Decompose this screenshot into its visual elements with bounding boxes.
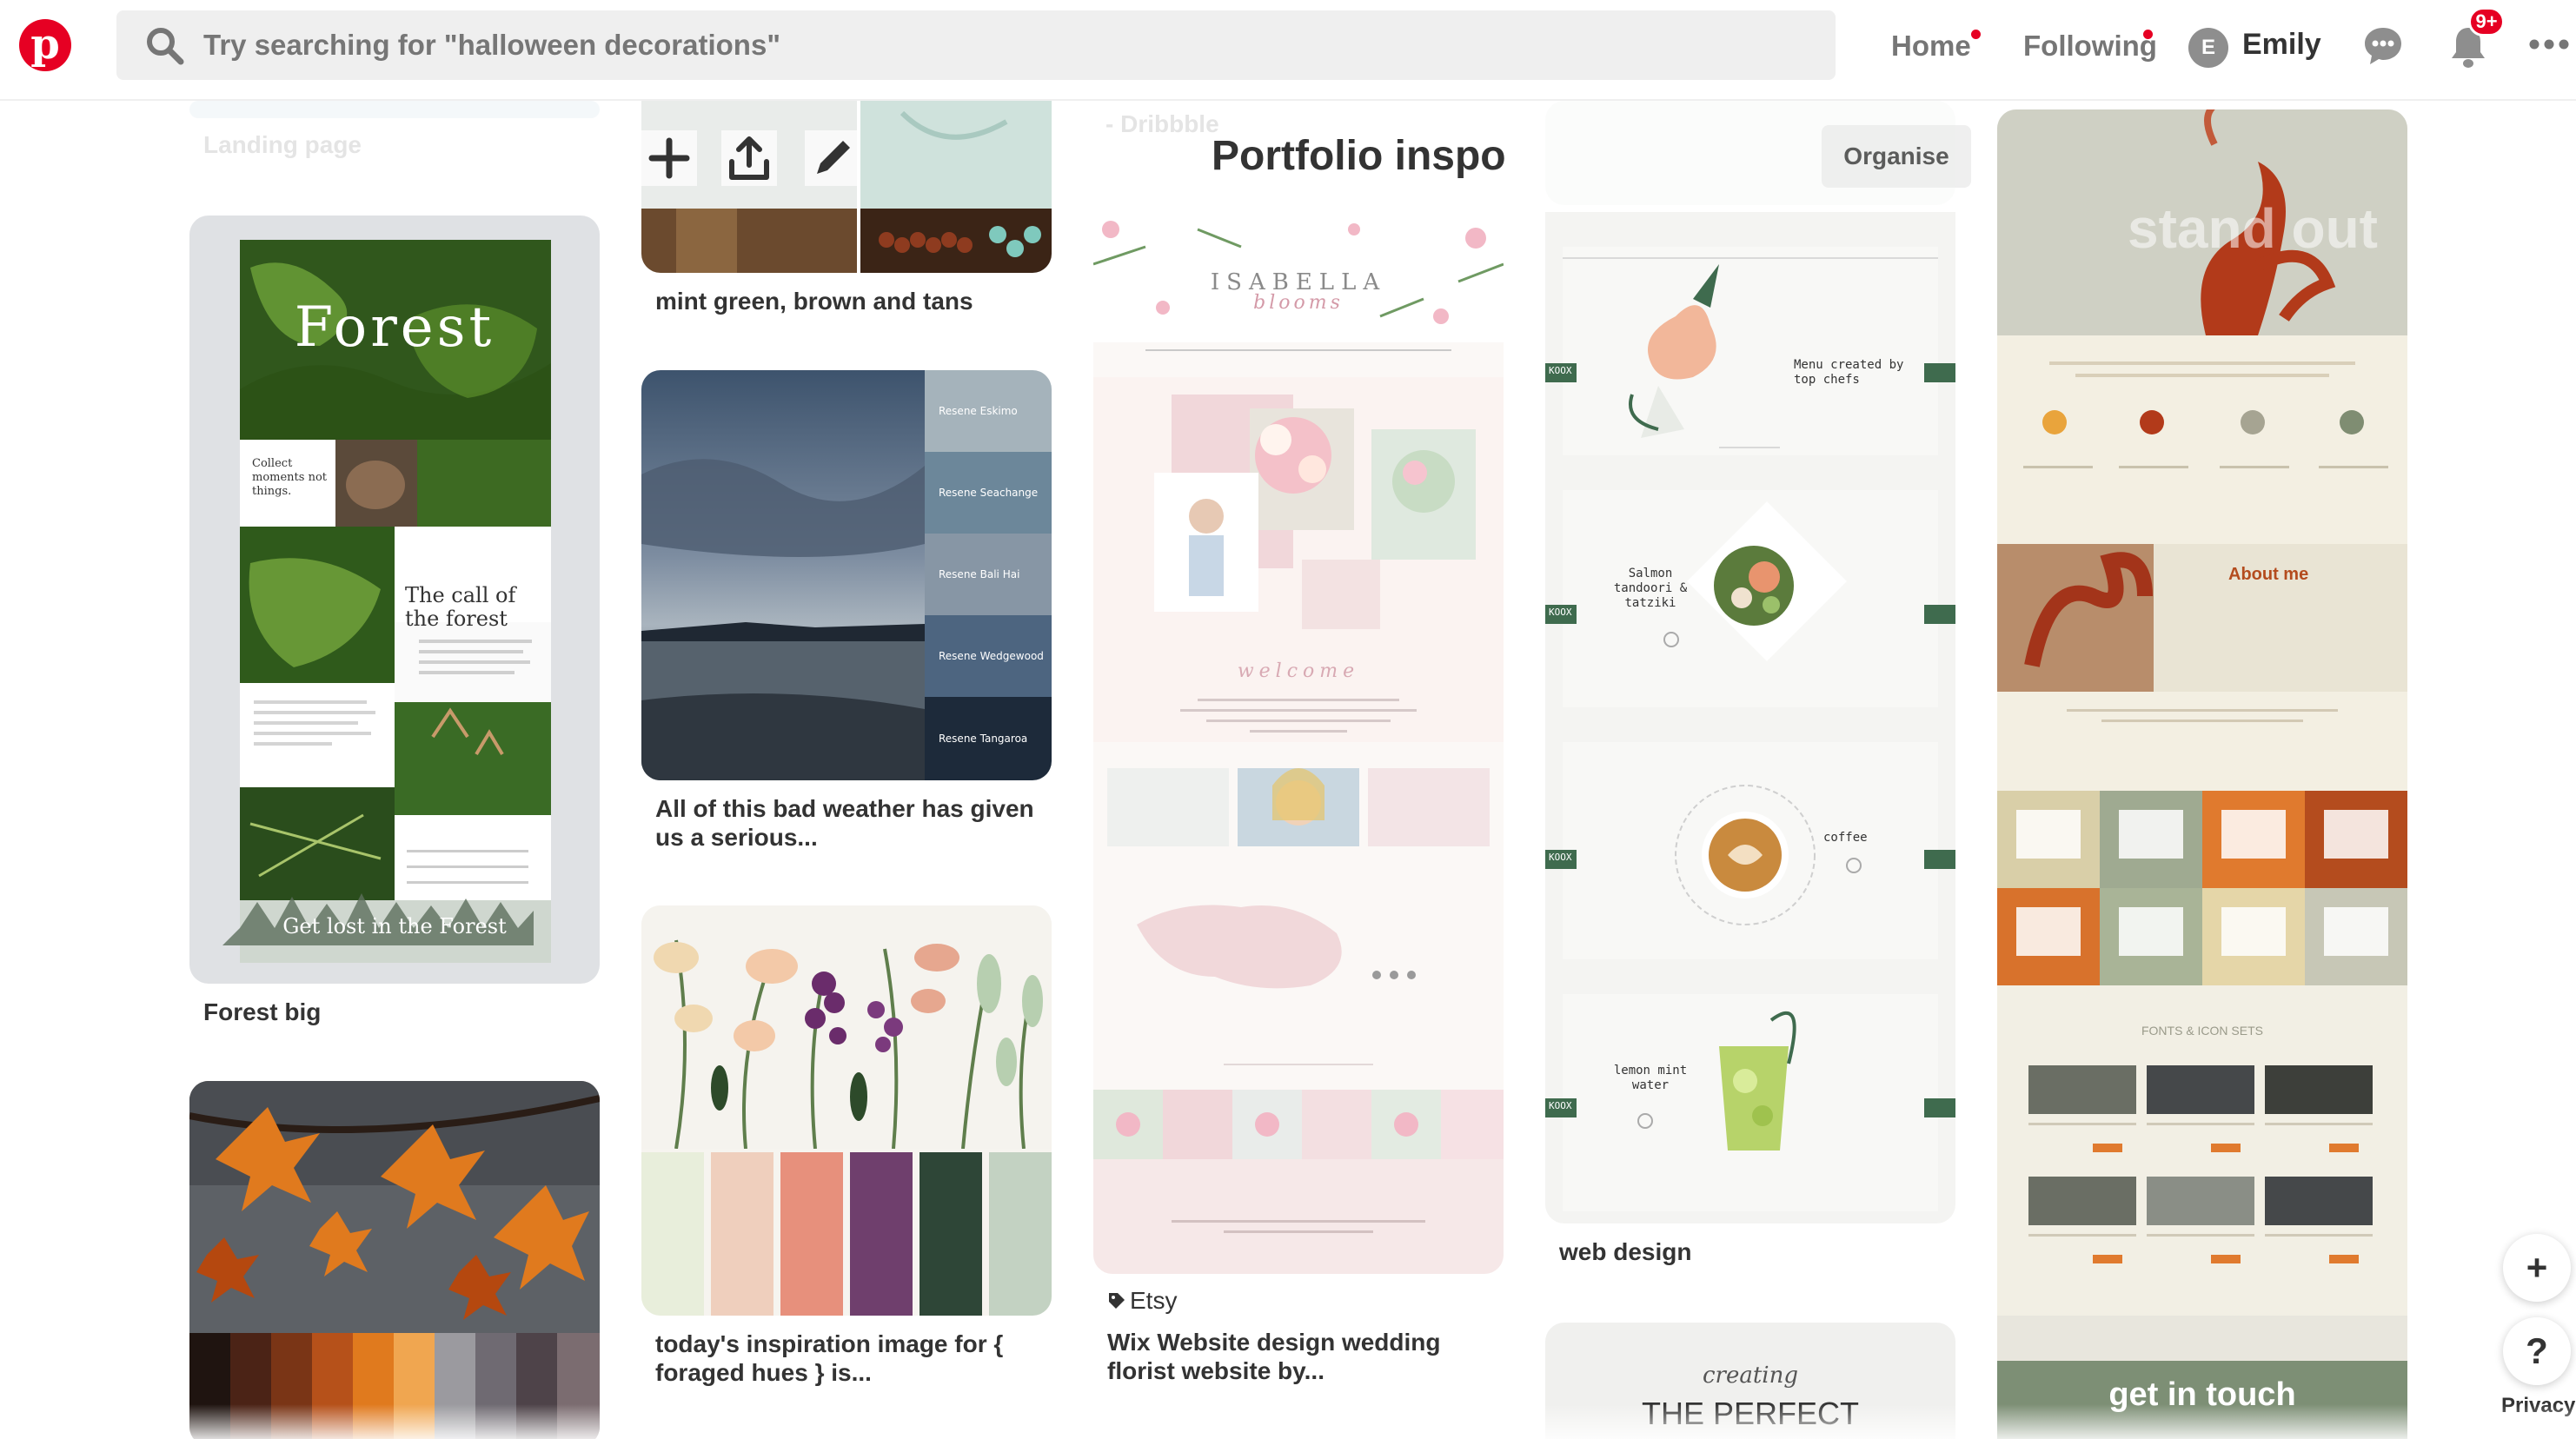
search-input[interactable] xyxy=(203,29,1681,62)
perfect-script: creating xyxy=(1702,1363,1799,1389)
bottom-fade-overlay xyxy=(0,1404,2576,1439)
pinterest-logo[interactable]: p xyxy=(19,19,71,71)
faded-pin-top xyxy=(1545,101,1955,205)
swatch-label: Resene Bali Hai xyxy=(925,534,1052,615)
pin-isabella-blooms[interactable]: ISABELLA blooms welcome xyxy=(1093,212,1504,1274)
pin-caption-foraged[interactable]: today's inspiration image for { foraged … xyxy=(655,1330,1038,1387)
search-icon xyxy=(147,28,184,65)
nav-home-label: Home xyxy=(1891,30,1971,62)
pin-foraged-hues[interactable] xyxy=(641,905,1052,1316)
color-swatch xyxy=(920,1152,982,1316)
webdesign-tag: KOOX xyxy=(1549,607,1572,618)
pin-bad-weather[interactable]: Resene Eskimo Resene Seachange Resene Ba… xyxy=(641,370,1052,780)
swatch-label: Resene Seachange xyxy=(925,452,1052,534)
pin-stand-out-portfolio[interactable]: stand out About me FONTS & ICON SETS get… xyxy=(1997,109,2407,1439)
isabella-welcome: welcome xyxy=(1237,660,1360,682)
board-title: Portfolio inspo xyxy=(1212,133,1506,179)
forest-art-call: The call of the forest xyxy=(405,583,516,631)
pin-caption-mint[interactable]: mint green, brown and tans xyxy=(655,287,973,315)
pin-web-design[interactable]: Menu created by top chefs Salmon tandoor… xyxy=(1545,212,1955,1223)
weather-palette: Resene Eskimo Resene Seachange Resene Ba… xyxy=(925,370,1052,780)
logo-letter: p xyxy=(30,20,60,69)
pin-source-etsy[interactable]: Etsy xyxy=(1130,1286,1177,1315)
webdesign-dish-3: lemon mint water xyxy=(1613,1064,1688,1092)
faded-pin-top xyxy=(189,101,600,118)
more-options-icon[interactable] xyxy=(2529,38,2569,50)
flowers-flatlay-photo xyxy=(641,905,1052,1150)
webdesign-dish-2: coffee xyxy=(1823,831,1868,845)
notifications-badge: 9+ xyxy=(2468,7,2505,36)
forest-art-bottom: Get lost in the Forest xyxy=(282,914,507,938)
faded-caption-dribbble: - Dribbble xyxy=(1105,110,1219,137)
help-button[interactable]: ? xyxy=(2503,1317,2571,1385)
nav-home[interactable]: Home xyxy=(1891,0,1971,92)
tag-icon xyxy=(1109,1293,1125,1309)
webdesign-dish-1: Salmon tandoori & tatziki xyxy=(1613,567,1688,610)
search-bar[interactable] xyxy=(116,10,1836,80)
add-button[interactable]: + xyxy=(2503,1234,2571,1302)
faded-caption-landing: Landing page xyxy=(203,131,362,158)
share-icon[interactable] xyxy=(721,130,777,186)
edit-pencil-icon[interactable] xyxy=(805,130,860,186)
pin-forest-big[interactable]: Forest Collect moments not things. The c… xyxy=(189,216,600,984)
pin-autumn-leaves[interactable] xyxy=(189,1081,600,1439)
color-swatch xyxy=(989,1152,1052,1316)
messages-icon[interactable] xyxy=(2362,24,2404,68)
pin-caption-web-design[interactable]: web design xyxy=(1559,1237,1691,1266)
color-swatch xyxy=(780,1152,843,1316)
following-notification-dot xyxy=(2143,30,2153,39)
standout-about: About me xyxy=(2228,565,2309,584)
swatch-label: Resene Eskimo xyxy=(925,370,1052,452)
webdesign-tag: KOOX xyxy=(1549,1100,1572,1111)
webdesign-tag: KOOX xyxy=(1549,365,1572,376)
standout-fonts-heading: FONTS & ICON SETS xyxy=(2141,1024,2263,1038)
swatch-label: Resene Wedgewood xyxy=(925,615,1052,697)
home-notification-dot xyxy=(1971,30,1981,39)
forest-art-tagline: Collect moments not things. xyxy=(252,457,327,498)
avatar[interactable]: E xyxy=(2188,28,2228,68)
pin-caption-weather[interactable]: All of this bad weather has given us a s… xyxy=(655,794,1055,852)
pin-caption-isabella[interactable]: Wix Website design wedding florist websi… xyxy=(1107,1328,1490,1385)
nav-following-label: Following xyxy=(2023,30,2157,62)
swatch-label: Resene Tangaroa xyxy=(925,697,1052,780)
avatar-initial: E xyxy=(2201,36,2215,59)
standout-hero-text: stand out xyxy=(2128,197,2378,260)
color-swatch xyxy=(641,1152,704,1316)
add-pin-icon[interactable] xyxy=(641,130,697,186)
nav-following[interactable]: Following xyxy=(2023,0,2157,92)
top-nav-bar: p Home Following E Emily 9+ xyxy=(0,0,2576,101)
webdesign-menu-text: Menu created by top chefs xyxy=(1794,358,1904,387)
color-swatch xyxy=(850,1152,913,1316)
webdesign-tag: KOOX xyxy=(1549,852,1572,863)
forest-art-title: Forest xyxy=(294,295,495,360)
isabella-brand-bottom: blooms xyxy=(1253,292,1344,314)
user-name[interactable]: Emily xyxy=(2242,28,2321,62)
foraged-palette xyxy=(641,1152,1052,1316)
color-swatch xyxy=(711,1152,773,1316)
portfolio-website-mockup xyxy=(1997,109,2407,1439)
autumn-leaves-photo xyxy=(189,1081,600,1439)
florist-website-mockup xyxy=(1093,212,1504,1274)
pin-caption-forest[interactable]: Forest big xyxy=(203,998,321,1026)
